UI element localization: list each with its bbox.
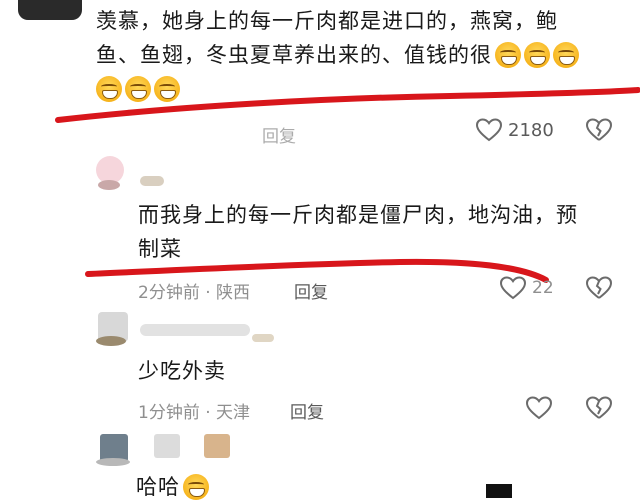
reply-button[interactable]: 回复 [262,122,296,147]
grinning-sweat-icon [524,42,550,68]
heart-icon [525,396,553,420]
grinning-sweat-icon [553,42,579,68]
like-button[interactable]: 2180 [476,118,554,142]
username-blurred-badge [204,434,230,458]
avatar-detail [96,336,126,346]
comment-time: 2分钟前 [138,283,200,303]
like-button[interactable]: 22 [500,276,554,300]
avatar-detail [98,180,120,190]
separator: · [205,283,211,303]
comment-time: 1分钟前 [138,403,200,423]
reply-button[interactable]: 回复 [290,398,324,423]
heart-icon [500,276,526,300]
broken-heart-icon [585,118,613,141]
like-count: 2180 [508,119,554,141]
comment-line-text: 鱼、鱼翅，冬虫夏草养出来的、值钱的很 [96,43,492,67]
broken-heart-icon [585,276,613,299]
comment-text: 少吃外卖 [138,359,226,383]
comment-text: 哈哈 [136,470,209,504]
username-blurred[interactable] [140,176,164,186]
heart-icon [476,118,502,142]
broken-heart-icon [585,396,613,419]
username-blurred-badge [252,334,274,342]
comment-line: 鱼、鱼翅，冬虫夏草养出来的、值钱的很 [96,38,636,72]
laughing-icon [183,474,209,500]
dislike-button[interactable] [585,276,613,304]
grinning-sweat-icon [495,42,521,68]
dislike-button[interactable] [585,118,613,146]
comment-meta: 1分钟前 · 天津 [138,398,250,423]
avatar[interactable] [18,0,82,20]
username-blurred[interactable] [140,324,250,336]
comment-line-text: 哈哈 [136,475,180,499]
comment-line: 而我身上的每一斤肉都是僵尸肉，地沟油，预 [138,203,578,227]
comment-location: 陕西 [216,283,251,303]
dislike-button[interactable] [585,396,613,424]
overlay-square [486,484,512,498]
like-count: 22 [532,278,554,298]
like-button[interactable] [525,396,553,424]
comment-location: 天津 [216,403,251,423]
comment-line: 羡慕，她身上的每一斤肉都是进口的，燕窝，鲍 [96,9,558,33]
reply-button[interactable]: 回复 [294,278,328,303]
username-blurred[interactable] [154,434,180,458]
separator: · [205,403,211,423]
avatar-detail [96,458,130,466]
comment-meta: 2分钟前 · 陕西 [138,278,250,303]
